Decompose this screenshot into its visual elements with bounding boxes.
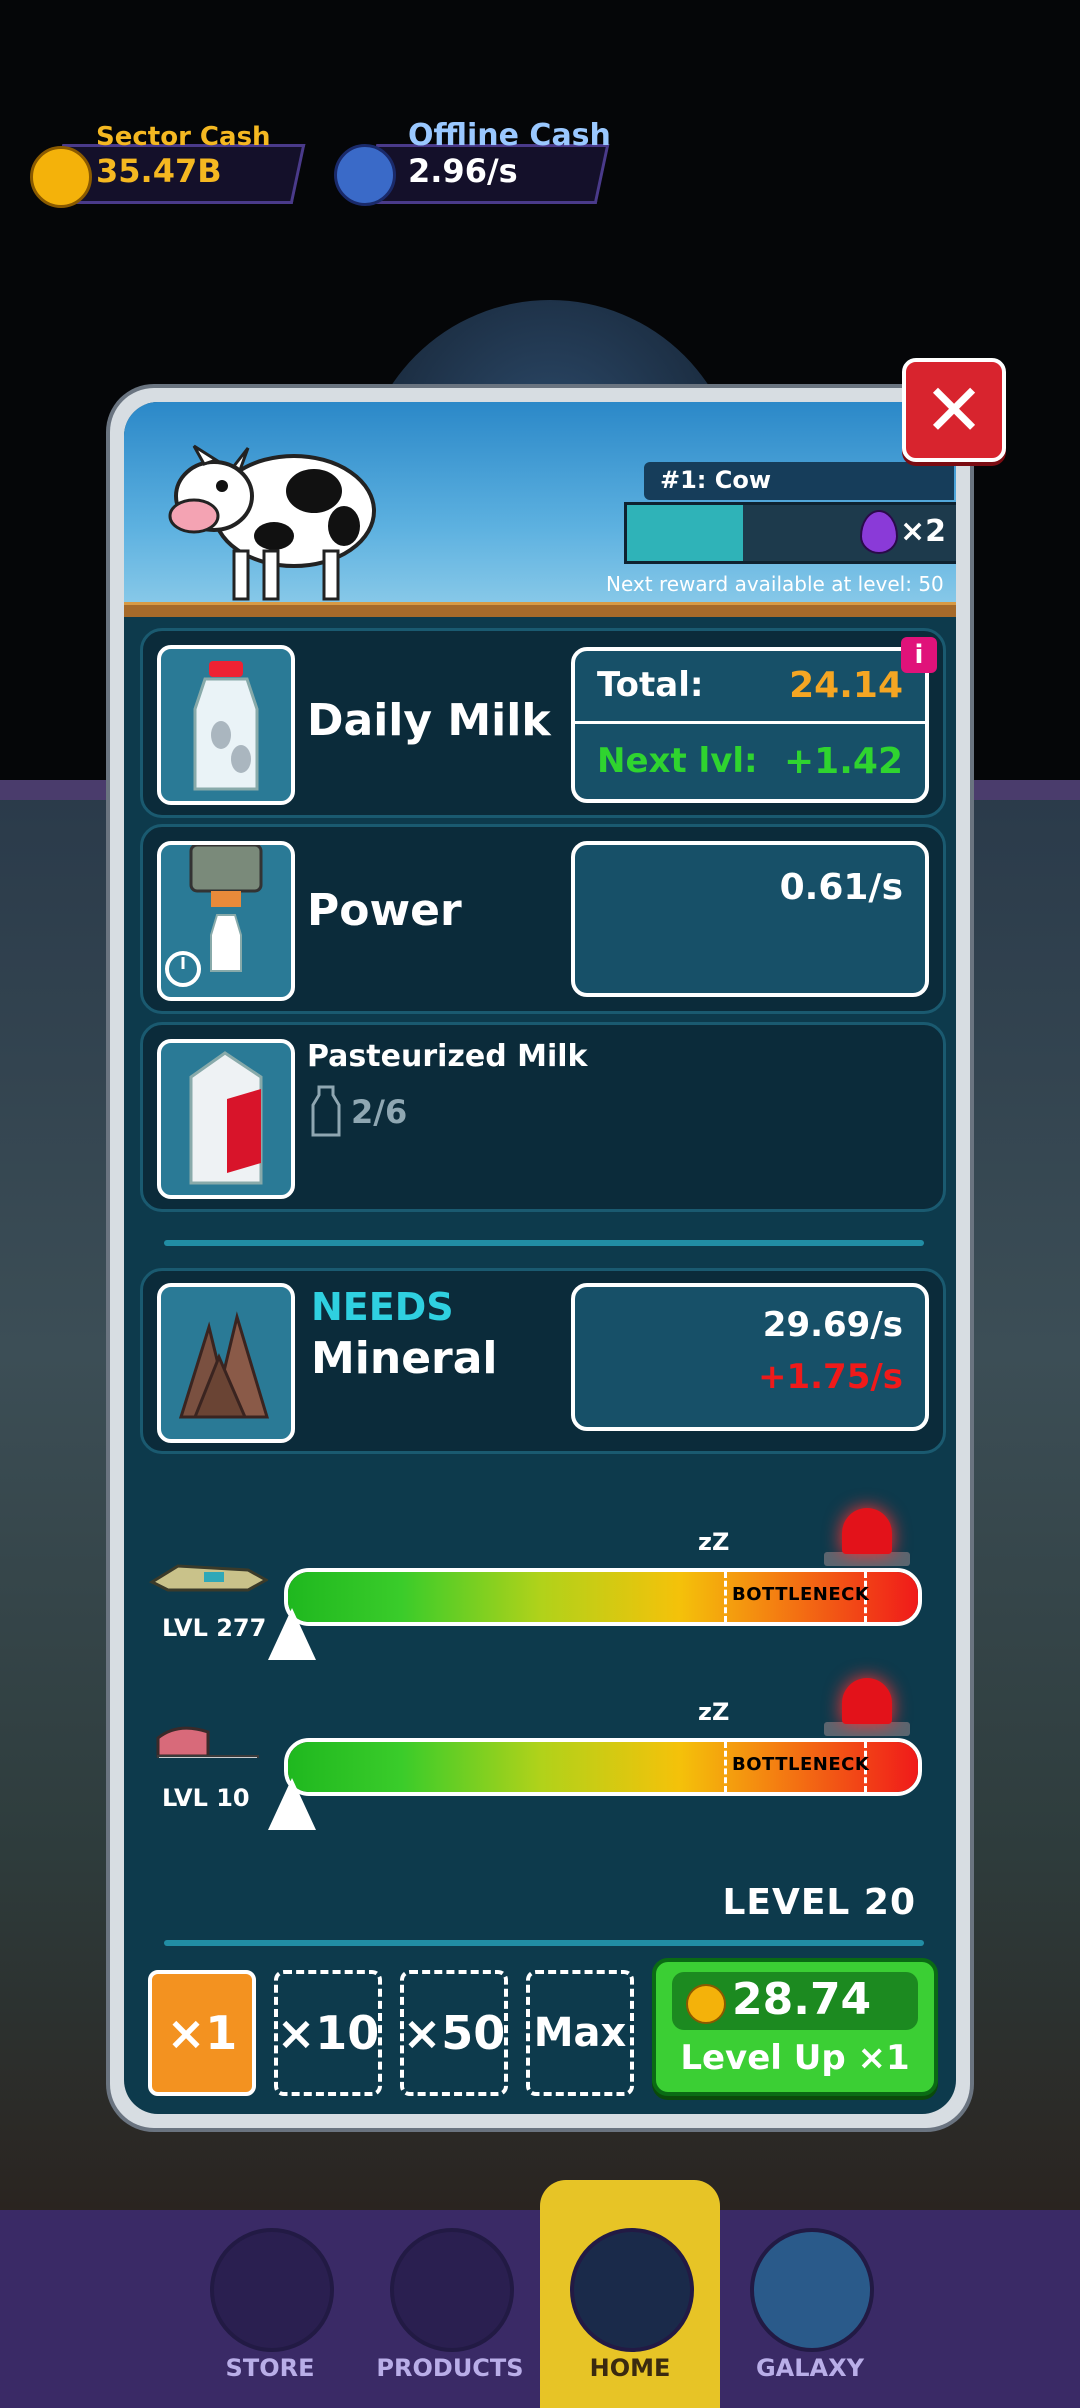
nav-home[interactable]: HOME (540, 2228, 720, 2398)
needs-label: NEEDS (311, 1285, 454, 1329)
bottleneck-progress-2: BOTTLENECK (284, 1738, 922, 1796)
reward-note: Next reward available at level: 50 (606, 572, 944, 596)
nav-products[interactable]: PRODUCTS (360, 2228, 540, 2398)
sector-cash-label: Sector Cash (96, 122, 271, 152)
total-value: 24.14 (789, 665, 903, 706)
sector-cash-value: 35.47B (96, 152, 222, 190)
section-divider (164, 1240, 924, 1246)
siren-base (824, 1722, 910, 1736)
pasteurized-title: Pasteurized Milk (307, 1039, 588, 1074)
total-label: Total: (597, 665, 704, 705)
milk-carton-card (157, 1039, 295, 1199)
needs-delta: +1.75/s (757, 1357, 903, 1397)
close-button[interactable]: ✕ (902, 358, 1006, 462)
bottleneck-marker-left-1 (724, 1572, 727, 1622)
ship-level-2: LVL 10 (162, 1784, 250, 1812)
nav-galaxy[interactable]: GALAXY (720, 2228, 900, 2398)
milk-bottle-card (157, 645, 295, 805)
next-level-label: Next lvl: (597, 741, 758, 781)
bottleneck-marker-left-2 (724, 1742, 727, 1792)
milk-machine-icon (165, 843, 263, 987)
bottle-outline-icon (311, 1085, 341, 1137)
galaxy-icon (750, 2228, 874, 2352)
reward-progress-fill (627, 505, 743, 561)
bottom-nav: STORE PRODUCTS HOME GALAXY (0, 2180, 1080, 2408)
hero-banner: #1: Cow ×2 Next reward available at leve… (124, 402, 956, 612)
gem-icon (860, 510, 898, 554)
needs-rate: 29.69/s (762, 1305, 903, 1345)
level-up-price: 28.74 (732, 1974, 872, 2025)
currency-bar: Sector Cash 35.47B Offline Cash 2.96/s (0, 110, 1080, 208)
product-modal: #1: Cow ×2 Next reward available at leve… (110, 388, 970, 2128)
power-stats: 0.61/s (571, 841, 929, 997)
nav-store[interactable]: STORE (180, 2228, 360, 2398)
sleep-icon: zZ (698, 1698, 730, 1726)
nav-home-label: HOME (589, 2354, 671, 2382)
level-pointer-1 (268, 1608, 316, 1660)
ship-level-1: LVL 277 (162, 1614, 267, 1642)
hero-ground (124, 602, 956, 617)
reward-gem-multiplier: ×2 (900, 514, 947, 549)
modal-content: #1: Cow ×2 Next reward available at leve… (124, 402, 956, 2114)
level-label: LEVEL 20 (722, 1882, 916, 1923)
multiplier-max-button[interactable]: Max (526, 1970, 634, 2096)
cow-icon (168, 444, 376, 601)
level-pointer-2 (268, 1778, 316, 1830)
store-icon (210, 2228, 334, 2352)
daily-milk-stats: Total: 24.14 Next lvl: +1.42 (571, 647, 929, 803)
mineral-icon (178, 1311, 270, 1419)
offline-cash-label: Offline Cash (408, 118, 611, 153)
sleep-icon: zZ (698, 1528, 730, 1556)
rocket-icon (570, 2228, 694, 2352)
daily-milk-row: Daily Milk Total: 24.14 Next lvl: +1.42 … (140, 628, 946, 818)
multiplier-x10-button[interactable]: ×10 (274, 1970, 382, 2096)
multiplier-x1-button[interactable]: ×1 (148, 1970, 256, 2096)
coins-icon (686, 1984, 726, 2024)
pasteurized-row: Pasteurized Milk 2/6 (140, 1022, 946, 1212)
sleep-coins-icon (334, 144, 396, 206)
siren-icon (842, 1508, 892, 1554)
cargo-ship-icon (148, 1564, 268, 1592)
level-up-button[interactable]: 28.74 Level Up ×1 (652, 1958, 938, 2096)
next-level-value: +1.42 (784, 741, 903, 782)
info-icon[interactable]: i (901, 637, 937, 673)
reward-title: #1: Cow (660, 466, 772, 494)
nav-products-label: PRODUCTS (376, 2354, 524, 2382)
power-card (157, 841, 295, 1001)
needs-row: NEEDS Mineral 29.69/s +1.75/s (140, 1268, 946, 1454)
mineral-card (157, 1283, 295, 1443)
products-icon (390, 2228, 514, 2352)
pasteurized-count: 2/6 (351, 1093, 408, 1131)
bottleneck-progress-1: BOTTLENECK (284, 1568, 922, 1626)
footer-divider (164, 1940, 924, 1946)
butcher-machine-icon (156, 1726, 259, 1758)
siren-base (824, 1552, 910, 1566)
offline-cash-value: 2.96/s (408, 152, 518, 190)
milk-carton-icon (189, 1051, 263, 1185)
multiplier-x50-button[interactable]: ×50 (400, 1970, 508, 2096)
coins-icon (30, 146, 92, 208)
nav-galaxy-label: GALAXY (755, 2354, 865, 2382)
bottleneck-label-2: BOTTLENECK (732, 1754, 870, 1775)
power-title: Power (307, 885, 462, 936)
bottleneck-label-1: BOTTLENECK (732, 1584, 870, 1605)
needs-resource: Mineral (311, 1333, 498, 1384)
daily-milk-title: Daily Milk (307, 695, 551, 746)
power-row: Power 0.61/s (140, 824, 946, 1014)
power-value: 0.61/s (779, 867, 903, 908)
milk-bottle-icon (193, 661, 259, 791)
nav-store-label: STORE (225, 2354, 315, 2382)
level-up-price-box: 28.74 (672, 1972, 918, 2030)
stats-divider (575, 721, 925, 724)
level-up-label: Level Up ×1 (680, 2038, 910, 2078)
siren-icon (842, 1678, 892, 1724)
needs-stats: 29.69/s +1.75/s (571, 1283, 929, 1431)
